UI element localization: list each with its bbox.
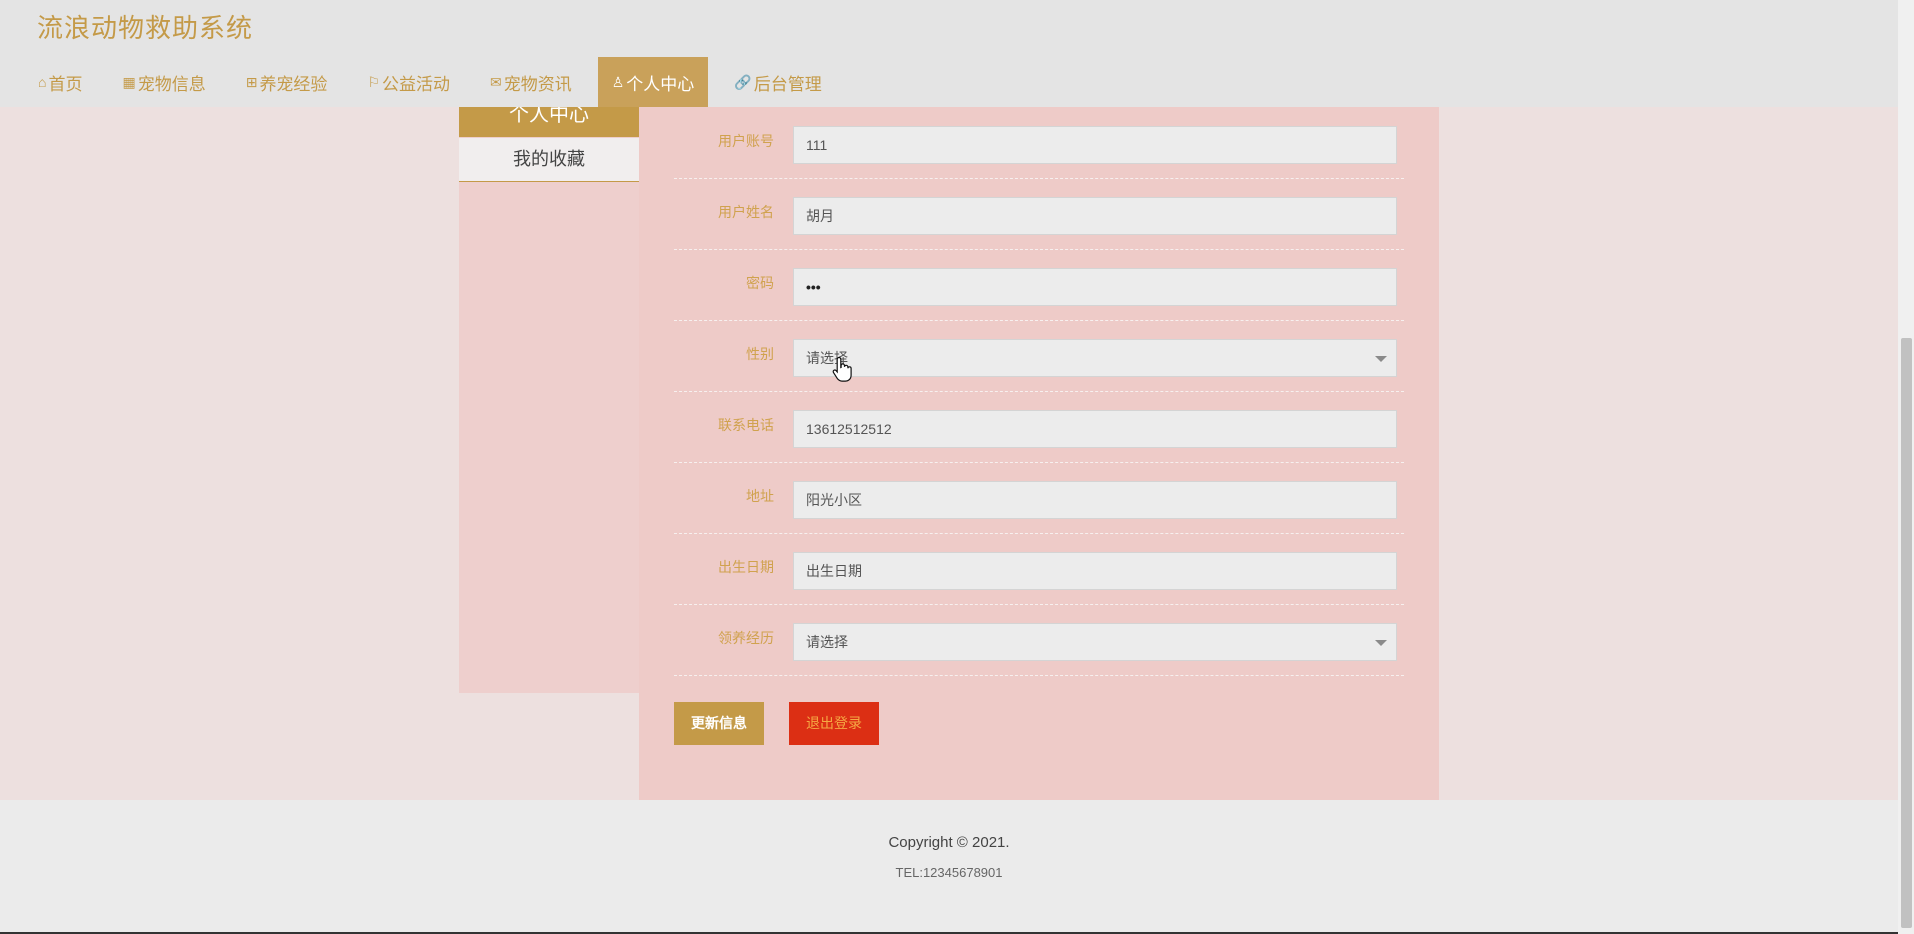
chevron-down-icon bbox=[1375, 356, 1387, 362]
nav-item-pet-experience[interactable]: ⊞ 养宠经验 bbox=[232, 57, 342, 107]
sidebar-header: 个人中心 bbox=[459, 107, 639, 137]
form-row-account: 用户账号 111 bbox=[674, 107, 1404, 179]
mail-icon: ✉ bbox=[490, 73, 502, 90]
nav-label: 后台管理 bbox=[753, 74, 822, 94]
field-label: 密码 bbox=[746, 275, 774, 291]
chevron-down-icon bbox=[1375, 640, 1387, 646]
phone-input[interactable]: 13612512512 bbox=[793, 410, 1397, 448]
sidebar: 个人中心 我的收藏 bbox=[459, 107, 639, 693]
scrollbar-thumb[interactable] bbox=[1901, 338, 1912, 928]
user-icon: ♙ bbox=[611, 73, 625, 90]
form-row-gender: 性别 请选择 bbox=[674, 320, 1404, 392]
field-label: 用户账号 bbox=[718, 133, 774, 149]
nav-label: 宠物资讯 bbox=[503, 74, 572, 94]
adoption-history-select[interactable]: 请选择 bbox=[793, 623, 1397, 661]
form-row-name: 用户姓名 胡月 bbox=[674, 178, 1404, 250]
site-title: 流浪动物救助系统 bbox=[37, 13, 254, 43]
field-label: 出生日期 bbox=[718, 559, 774, 575]
form-row-address: 地址 阳光小区 bbox=[674, 462, 1404, 534]
scrollbar[interactable] bbox=[1898, 0, 1914, 934]
form-row-birthdate: 出生日期 出生日期 bbox=[674, 533, 1404, 605]
password-input[interactable]: ••• bbox=[793, 268, 1397, 306]
account-input[interactable]: 111 bbox=[793, 126, 1397, 164]
field-label: 联系电话 bbox=[718, 417, 774, 433]
profile-form-panel: 用户账号 111 用户姓名 胡月 密码 ••• 性别 请选择 联系电话 1361… bbox=[639, 107, 1439, 800]
nav-item-admin[interactable]: 🔗 后台管理 bbox=[720, 57, 835, 107]
nav-item-home[interactable]: ⌂ 首页 bbox=[24, 57, 96, 107]
field-label: 地址 bbox=[746, 488, 774, 504]
home-icon: ⌂ bbox=[38, 74, 47, 90]
gender-select[interactable]: 请选择 bbox=[793, 339, 1397, 377]
footer: Copyright © 2021. TEL:12345678901 bbox=[0, 800, 1898, 934]
nav-item-personal-center[interactable]: ♙ 个人中心 bbox=[597, 57, 709, 107]
link-icon: 🔗 bbox=[734, 73, 752, 90]
name-input[interactable]: 胡月 bbox=[793, 197, 1397, 235]
form-row-phone: 联系电话 13612512512 bbox=[674, 391, 1404, 463]
nav-label: 养宠经验 bbox=[259, 74, 328, 94]
gift-icon: ⊞ bbox=[245, 73, 258, 90]
field-label: 性别 bbox=[746, 346, 774, 362]
logout-button[interactable]: 退出登录 bbox=[789, 702, 879, 745]
copyright-text: Copyright © 2021. bbox=[888, 834, 1010, 851]
adoption-history-select-value: 请选择 bbox=[806, 634, 848, 650]
nav-label: 公益活动 bbox=[382, 74, 450, 94]
hand-cursor-icon bbox=[832, 356, 852, 382]
flag-icon: ⚐ bbox=[367, 73, 380, 90]
nav-item-pet-info[interactable]: ▦ 宠物信息 bbox=[108, 57, 219, 107]
form-row-password: 密码 ••• bbox=[674, 249, 1404, 321]
main-nav: ⌂ 首页 ▦ 宠物信息 ⊞ 养宠经验 ⚐ 公益活动 ✉ 宠物资讯 ♙ 个人中心 … bbox=[24, 57, 848, 107]
nav-label: 个人中心 bbox=[626, 74, 695, 94]
calendar-icon: ▦ bbox=[122, 73, 136, 90]
tel-text: TEL:12345678901 bbox=[895, 865, 1003, 880]
field-label: 领养经历 bbox=[718, 630, 774, 646]
sidebar-item-favorites[interactable]: 我的收藏 bbox=[459, 138, 639, 182]
nav-label: 宠物信息 bbox=[137, 74, 206, 94]
address-input[interactable]: 阳光小区 bbox=[793, 481, 1397, 519]
birthdate-input[interactable]: 出生日期 bbox=[793, 552, 1397, 590]
top-header: 流浪动物救助系统 ⌂ 首页 ▦ 宠物信息 ⊞ 养宠经验 ⚐ 公益活动 ✉ 宠物资… bbox=[0, 0, 1898, 107]
nav-label: 首页 bbox=[48, 74, 83, 94]
field-label: 用户姓名 bbox=[718, 204, 774, 220]
nav-item-pet-news[interactable]: ✉ 宠物资讯 bbox=[476, 57, 586, 107]
update-info-button[interactable]: 更新信息 bbox=[674, 702, 764, 745]
form-row-adoption-history: 领养经历 请选择 bbox=[674, 604, 1404, 676]
nav-item-charity-events[interactable]: ⚐ 公益活动 bbox=[353, 57, 464, 107]
